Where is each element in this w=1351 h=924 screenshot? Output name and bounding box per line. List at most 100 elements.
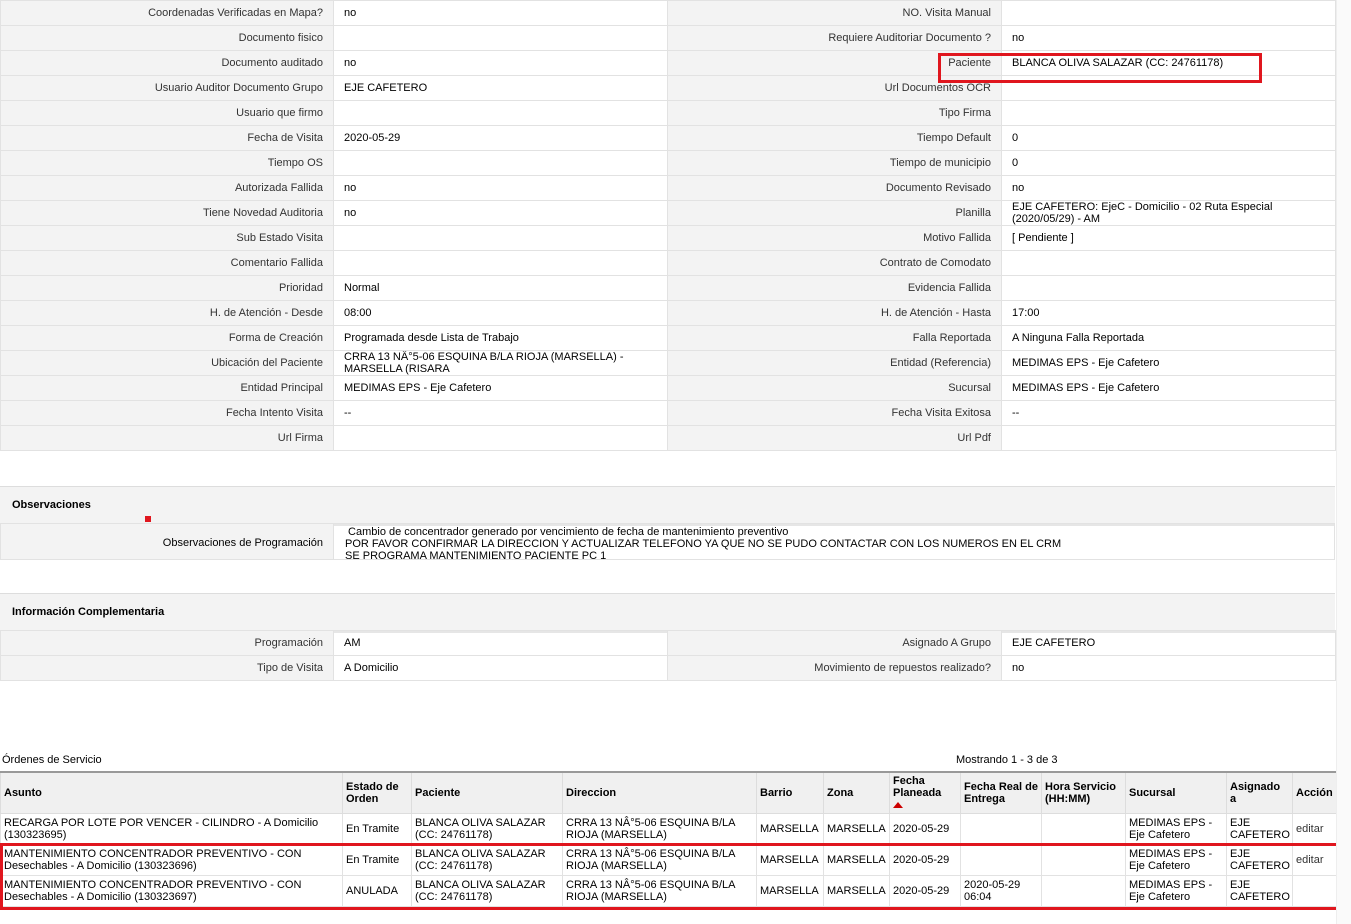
field-label: Ubicación del Paciente (0, 350, 334, 376)
order-cell-zona: MARSELLA (823, 813, 890, 845)
field-label: Asignado A Grupo (667, 630, 1002, 656)
column-header[interactable]: Estado de Orden (342, 771, 412, 814)
column-header[interactable]: Fecha Planeada (889, 771, 961, 814)
column-header-label: Estado de Orden (346, 781, 399, 805)
field-label: Motivo Fallida (667, 225, 1002, 251)
column-header[interactable]: Fecha Real de Entrega (960, 771, 1042, 814)
column-header[interactable]: Asunto (0, 771, 343, 814)
column-header[interactable]: Acción (1292, 771, 1338, 814)
order-cell-estado: En Tramite (342, 813, 412, 845)
field-value: Programada desde Lista de Trabajo (333, 325, 668, 351)
order-cell-asunto: RECARGA POR LOTE POR VENCER - CILINDRO -… (0, 813, 343, 845)
column-header[interactable]: Paciente (411, 771, 563, 814)
marker-icon (145, 516, 151, 522)
observaciones-text: Cambio de concentrador generado por venc… (345, 526, 1062, 562)
order-cell-fecha: 2020-05-29 (889, 813, 961, 845)
field-label: Documento fisico (0, 25, 334, 51)
detail-row: H. de Atención - Desde 08:00 H. de Atenció… (0, 300, 1336, 326)
column-header-label: Fecha Real de Entrega (964, 781, 1038, 805)
field-value: no (333, 175, 668, 201)
detail-row: Sub Estado Visita Motivo Fallida[ Pendien… (0, 225, 1336, 251)
detail-row: Entidad Principal MEDIMAS EPS - Eje Cafet… (0, 375, 1336, 401)
order-cell-barrio: MARSELLA (756, 813, 824, 845)
detail-row: Fecha de Visita 2020-05-29 Tiempo Default 0 (0, 125, 1336, 151)
field-value: no (333, 0, 668, 26)
observaciones-title: Observaciones (12, 499, 91, 511)
field-value: 08:00 (333, 300, 668, 326)
field-label: Tiempo OS (0, 150, 334, 176)
field-value: Normal (333, 275, 668, 301)
field-label: Movimiento de repuestos realizado? (667, 655, 1002, 681)
edit-link[interactable]: editar (1296, 823, 1324, 835)
field-value: MEDIMAS EPS - Eje Cafetero (333, 375, 668, 401)
field-label: Usuario Auditor Documento Grupo (0, 75, 334, 101)
field-value: 0 (1001, 150, 1336, 176)
field-value (333, 150, 668, 176)
field-value (333, 250, 668, 276)
field-value: -- (333, 400, 668, 426)
field-label: Fecha Visita Exitosa (667, 400, 1002, 426)
detail-row: Tiene Novedad Auditoria no Planilla EJE CAF… (0, 200, 1336, 226)
order-row: RECARGA POR LOTE POR VENCER - CILINDRO -… (0, 813, 1338, 845)
field-value: CRRA 13 NÂ°5-06 ESQUINA B/LA RIOJA (MARS… (333, 350, 668, 376)
detail-row: Prioridad Normal Evidencia Fallida (0, 275, 1336, 301)
field-value: 17:00 (1001, 300, 1336, 326)
order-cell-paciente: BLANCA OLIVA SALAZAR (CC: 24761178) (411, 813, 563, 845)
info-complementaria-title: Información Complementaria (12, 606, 165, 618)
detail-row: Forma de Creación Programada desde Lista … (0, 325, 1336, 351)
field-value (1001, 250, 1336, 276)
field-value (1001, 275, 1336, 301)
order-cell-real (960, 813, 1042, 845)
column-header-label: Sucursal (1129, 787, 1176, 799)
field-label: Entidad Principal (0, 375, 334, 401)
field-label: Tiene Novedad Auditoria (0, 200, 334, 226)
column-header[interactable]: Zona (823, 771, 890, 814)
field-value (333, 25, 668, 51)
info-complementaria-header: Información Complementaria (0, 593, 1335, 633)
detail-row: Ubicación del Paciente CRRA 13 NÂ°5-06 ES… (0, 350, 1336, 376)
orders-count: Mostrando 1 - 3 de 3 (956, 754, 1058, 766)
field-value: no (333, 200, 668, 226)
sort-asc-icon[interactable] (893, 802, 903, 809)
column-header[interactable]: Hora Servicio (HH:MM) (1041, 771, 1126, 814)
field-label: Coordenadas Verificadas en Mapa? (0, 0, 334, 26)
observaciones-label: Observaciones de Programación (1, 524, 334, 559)
field-label: Tipo de Visita (0, 655, 334, 681)
column-header-label: Zona (827, 787, 854, 799)
field-value: EJE CAFETERO (1001, 630, 1336, 656)
field-value (333, 225, 668, 251)
info-complementaria-table: Programación AM Asignado A Grupo EJE CAFETE… (0, 630, 1336, 681)
vertical-scrollbar[interactable] (1336, 0, 1351, 924)
field-label: Falla Reportada (667, 325, 1002, 351)
field-value: no (1001, 25, 1336, 51)
field-value: 2020-05-29 (333, 125, 668, 151)
column-header[interactable]: Sucursal (1125, 771, 1227, 814)
field-value (1001, 0, 1336, 26)
column-header-label: Barrio (760, 787, 793, 799)
order-cell-accion: editar (1292, 813, 1338, 845)
column-header[interactable]: Direccion (562, 771, 757, 814)
column-header[interactable]: Asignado a (1226, 771, 1293, 814)
field-label: H. de Atención - Hasta (667, 300, 1002, 326)
field-label: Url Pdf (667, 425, 1002, 451)
field-value: MEDIMAS EPS - Eje Cafetero (1001, 350, 1336, 376)
field-label: Tipo Firma (667, 100, 1002, 126)
field-label: Usuario que firmo (0, 100, 334, 126)
field-label: Entidad (Referencia) (667, 350, 1002, 376)
column-header-label: Direccion (566, 787, 617, 799)
observaciones-header: Observaciones (0, 486, 1335, 526)
field-value: A Domicilio (333, 655, 668, 681)
field-value: A Ninguna Falla Reportada (1001, 325, 1336, 351)
detail-row: Url Firma Url Pdf (0, 425, 1336, 451)
field-value: MEDIMAS EPS - Eje Cafetero (1001, 375, 1336, 401)
field-label: Fecha Intento Visita (0, 400, 334, 426)
column-header[interactable]: Barrio (756, 771, 824, 814)
column-header-label: Asignado a (1230, 781, 1281, 805)
column-header-label: Hora Servicio (HH:MM) (1045, 781, 1116, 805)
field-value (333, 425, 668, 451)
field-label: Programación (0, 630, 334, 656)
info-row: Tipo de Visita A Domicilio Movimiento de r… (0, 655, 1336, 681)
field-label: Tiempo de municipio (667, 150, 1002, 176)
field-label: Forma de Creación (0, 325, 334, 351)
field-label: Requiere Auditoriar Documento ? (667, 25, 1002, 51)
